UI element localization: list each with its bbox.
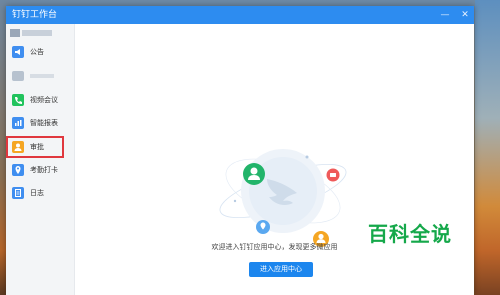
watermark-logo: 百科全说 助你轻松解决 bbox=[368, 222, 464, 270]
sidebar-item-log[interactable]: 日志 bbox=[6, 183, 74, 205]
sidebar-item-label: 日志 bbox=[30, 189, 44, 197]
log-icon bbox=[12, 187, 24, 199]
minimize-button[interactable]: — bbox=[436, 6, 454, 24]
enter-app-center-button[interactable]: 进入应用中心 bbox=[249, 262, 313, 277]
watermark-subtitle: 助你轻松解决 bbox=[372, 248, 450, 261]
user-info-blurred[interactable] bbox=[10, 29, 68, 37]
sidebar-item-label: 公告 bbox=[30, 48, 44, 56]
sidebar-item-video-meeting[interactable]: 视频会议 bbox=[6, 90, 74, 112]
sidebar-item-label: 考勤打卡 bbox=[30, 166, 58, 174]
sidebar-item-smart-report[interactable]: 智能报表 bbox=[6, 113, 74, 135]
title-bar[interactable]: 钉钉工作台 — ✕ bbox=[6, 6, 474, 24]
sidebar-item-label: 审批 bbox=[30, 143, 44, 151]
person-icon bbox=[12, 141, 24, 153]
sidebar-item-blurred[interactable] bbox=[6, 66, 74, 88]
sidebar-item-attendance[interactable]: 考勤打卡 bbox=[6, 160, 74, 182]
phone-icon bbox=[12, 94, 24, 106]
location-icon bbox=[12, 164, 24, 176]
speaker-icon bbox=[12, 46, 24, 58]
sidebar-item-label: 智能报表 bbox=[30, 119, 58, 127]
close-button[interactable]: ✕ bbox=[456, 6, 474, 24]
desktop-background-right bbox=[475, 0, 500, 295]
window-title: 钉钉工作台 bbox=[12, 10, 58, 20]
sidebar-item-announcement[interactable]: 公告 bbox=[6, 42, 74, 64]
sidebar-item-approval[interactable]: 审批 bbox=[6, 136, 64, 158]
sidebar-item-label: 视频会议 bbox=[30, 96, 58, 104]
report-icon bbox=[12, 117, 24, 129]
app-center-illustration bbox=[219, 149, 347, 247]
watermark-title: 百科全说 bbox=[368, 222, 452, 246]
sidebar: 公告 视频会议 智能报表 审批 考勤打卡 日志 bbox=[6, 24, 75, 295]
